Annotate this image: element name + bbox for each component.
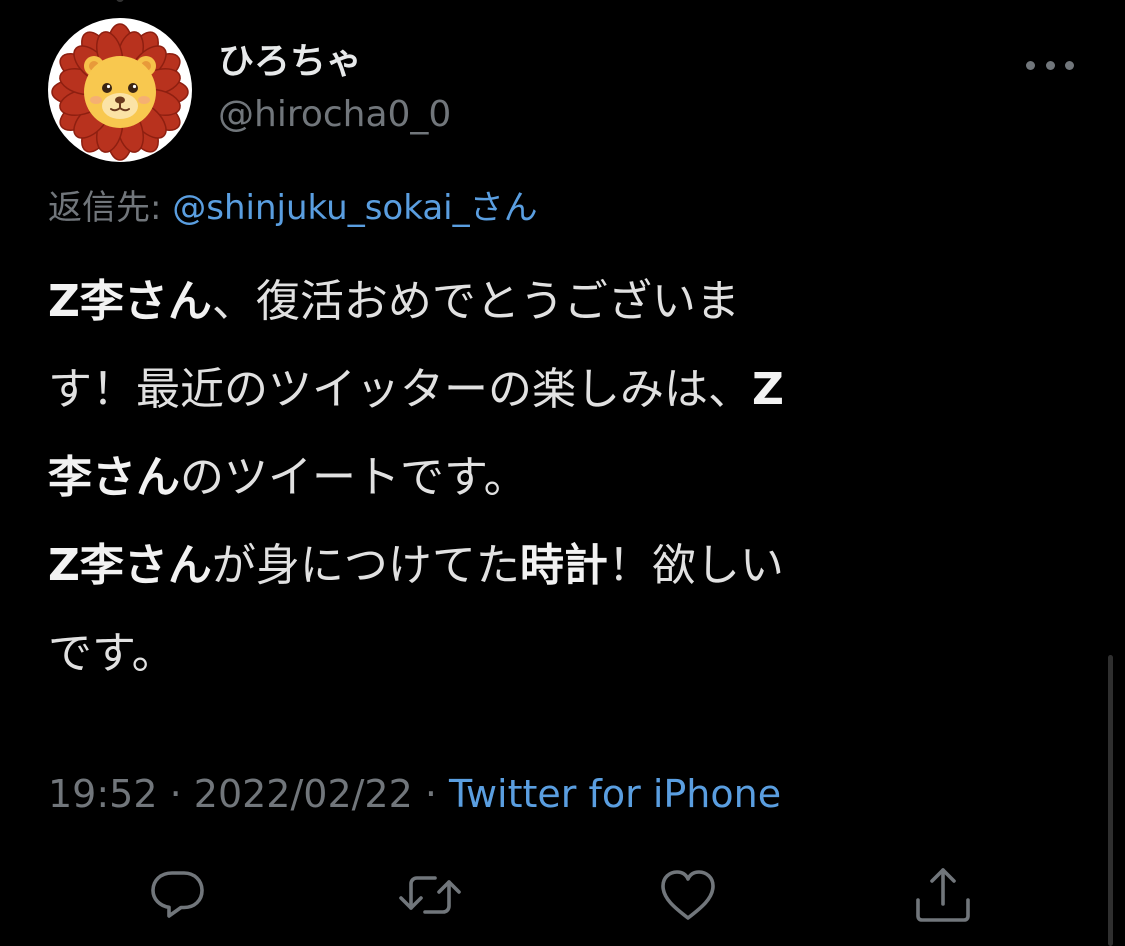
scrollbar[interactable]	[1108, 655, 1113, 946]
display-name[interactable]: ひろちゃ	[218, 40, 362, 84]
tweet-time[interactable]: 19:52	[48, 772, 158, 816]
reply-button[interactable]	[147, 864, 209, 926]
tweet-text: Z李さん、復活おめでとうございま す！最近のツイッターの楽しみは、Z 李さんのツイー…	[48, 258, 1048, 698]
reply-prefix: 返信先:	[48, 188, 173, 228]
tweet-text-segment: 、復活おめでとうございま	[211, 276, 740, 327]
lion-avatar-icon	[51, 23, 189, 161]
more-options-button[interactable]	[1026, 52, 1074, 78]
tweet-text-line: 李さんのツイートです。	[48, 434, 1048, 522]
reply-bubble-icon	[151, 871, 204, 918]
tweet-text-segment: す！最近のツイッターの楽しみは、	[48, 364, 752, 415]
tweet-text-segment: ！欲しい	[607, 540, 784, 591]
more-horizontal-icon	[1026, 60, 1035, 70]
retweet-button[interactable]	[399, 864, 461, 926]
thread-connector-dot	[116, 0, 124, 2]
avatar[interactable]	[48, 18, 192, 162]
share-upload-icon	[916, 868, 970, 922]
tweet-text-segment: が身につけてた	[211, 540, 520, 591]
share-button[interactable]	[912, 864, 974, 926]
retweet-icon	[399, 876, 461, 914]
reply-context: 返信先: @shinjuku_sokai_さん	[48, 184, 538, 232]
user-handle[interactable]: @hirocha0_0	[218, 92, 451, 138]
tweet-text-line: です。	[48, 610, 1048, 698]
tweet-bold-segment: Z李さん	[48, 276, 212, 327]
meta-separator: ·	[157, 772, 194, 816]
tweet-text-line: Z李さんが身につけてた時計！欲しい	[48, 522, 1048, 610]
tweet-meta: 19:52 · 2022/02/22 · Twitter for iPhone	[48, 770, 781, 818]
tweet-text-segment: です。	[48, 628, 176, 679]
tweet-text-segment: のツイートです。	[180, 452, 528, 503]
tweet-date[interactable]: 2022/02/22	[194, 772, 413, 816]
tweet-text-line: Z李さん、復活おめでとうございま	[48, 258, 1048, 346]
tweet-bold-segment: 時計	[519, 540, 608, 591]
tweet-actions	[0, 860, 1125, 930]
tweet-source-link[interactable]: Twitter for iPhone	[449, 772, 781, 816]
reply-mention-link[interactable]: @shinjuku_sokai_さん	[172, 188, 537, 228]
tweet-bold-segment: Z	[752, 364, 784, 415]
heart-icon	[661, 870, 715, 920]
meta-separator: ·	[412, 772, 450, 816]
tweet-bold-segment: Z李さん	[48, 540, 212, 591]
like-button[interactable]	[657, 864, 719, 926]
more-horizontal-icon	[1045, 60, 1055, 70]
tweet-text-line: す！最近のツイッターの楽しみは、Z	[48, 346, 1048, 434]
tweet-bold-segment: 李さん	[48, 452, 180, 503]
more-horizontal-icon	[1065, 60, 1074, 70]
